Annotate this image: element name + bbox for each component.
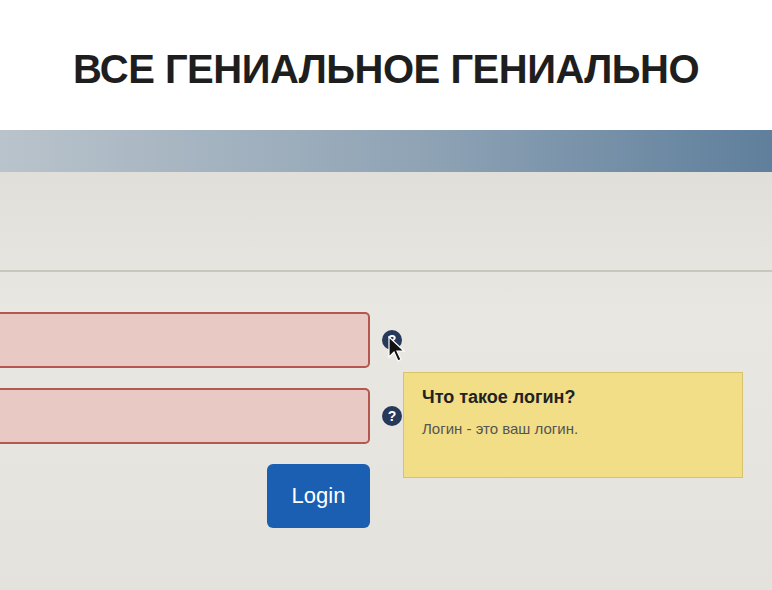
form-row: ?	[0, 312, 772, 368]
cursor-arrow-icon	[388, 336, 406, 362]
tooltip: Что такое логин? Логин - это ваш логин.	[403, 372, 743, 478]
text-field[interactable]	[0, 388, 370, 444]
tooltip-title: Что такое логин?	[422, 387, 726, 408]
tooltip-text: Логин - это ваш логин.	[422, 420, 726, 437]
caption-text: ВСЕ ГЕНИАЛЬНОЕ ГЕНИАЛЬНО	[73, 47, 699, 92]
screen-photo: ?? Login Что такое логин? Логин - это ваш л…	[0, 130, 772, 590]
top-strip	[0, 130, 772, 172]
meme-caption: ВСЕ ГЕНИАЛЬНОЕ ГЕНИАЛЬНО	[0, 0, 772, 130]
text-field[interactable]	[0, 312, 370, 368]
divider-line	[0, 270, 772, 272]
meme: ВСЕ ГЕНИАЛЬНОЕ ГЕНИАЛЬНО?? Login Что такое…	[0, 0, 772, 590]
help-icon[interactable]: ?	[382, 406, 402, 426]
login-button[interactable]: Login	[267, 464, 370, 528]
